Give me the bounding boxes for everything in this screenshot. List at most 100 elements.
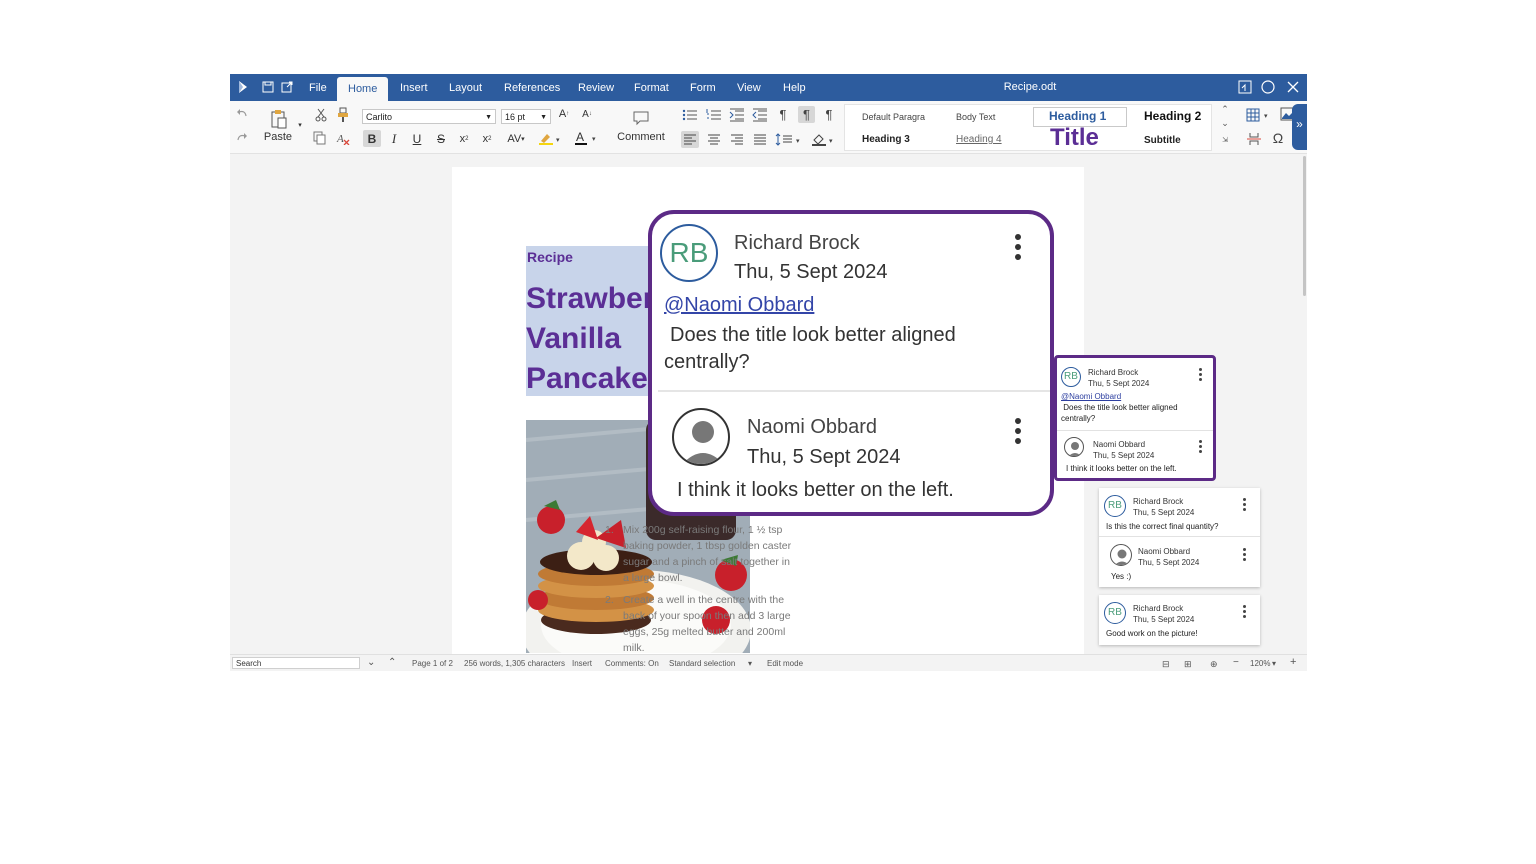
- page-break-icon[interactable]: [1246, 132, 1262, 146]
- menu-home[interactable]: Home: [337, 77, 389, 101]
- style-body-text[interactable]: Body Text: [956, 112, 995, 122]
- numbered-list-icon[interactable]: [706, 108, 722, 122]
- undo-icon[interactable]: [235, 107, 249, 121]
- insert-mode[interactable]: Insert: [572, 659, 592, 668]
- paste-label[interactable]: Paste: [260, 131, 296, 143]
- search-next-icon[interactable]: ⌄: [367, 657, 375, 668]
- zoom-out-icon[interactable]: −: [1233, 657, 1239, 668]
- title-line-3: Pancakes: [526, 362, 665, 395]
- style-heading-4[interactable]: Heading 4: [956, 134, 1002, 145]
- sidebar-toggle-icon[interactable]: [1237, 79, 1253, 95]
- align-center-icon[interactable]: [706, 131, 722, 148]
- style-subtitle[interactable]: Subtitle: [1144, 135, 1181, 146]
- font-name-select[interactable]: Carlito ▼: [362, 109, 496, 124]
- close-icon[interactable]: [1285, 79, 1301, 95]
- style-heading-3[interactable]: Heading 3: [862, 134, 910, 145]
- paste-icon[interactable]: [270, 109, 288, 129]
- font-size-select[interactable]: 16 pt ▼: [501, 109, 551, 124]
- menu-format[interactable]: Format: [627, 74, 676, 101]
- ltr-paragraph-icon[interactable]: ¶: [798, 106, 815, 123]
- bold-button[interactable]: B: [363, 130, 381, 147]
- cut-icon[interactable]: [314, 108, 328, 122]
- compass-icon[interactable]: [1260, 79, 1276, 95]
- indent-icon[interactable]: [729, 108, 745, 122]
- underline-button[interactable]: U: [410, 130, 424, 147]
- style-title[interactable]: Title: [1050, 124, 1099, 152]
- comment-mention[interactable]: @Naomi Obbard: [1061, 392, 1121, 401]
- shading-icon[interactable]: ▾: [811, 131, 837, 148]
- zoom-in-icon[interactable]: +: [1290, 656, 1296, 668]
- line-spacing-icon[interactable]: ▾: [775, 131, 803, 148]
- more-options-icon[interactable]: [1243, 605, 1247, 620]
- font-color-icon[interactable]: A ▾: [574, 130, 600, 147]
- menu-layout[interactable]: Layout: [442, 74, 489, 101]
- clear-format-icon[interactable]: A: [336, 131, 350, 145]
- align-left-icon[interactable]: [681, 131, 699, 148]
- superscript-button[interactable]: x2: [479, 130, 495, 147]
- outdent-icon[interactable]: [752, 108, 768, 122]
- grow-font-icon[interactable]: A ↑: [557, 107, 571, 121]
- special-character-icon[interactable]: Ω: [1270, 130, 1286, 146]
- paste-dropdown-icon[interactable]: ▾: [296, 121, 304, 129]
- font-name-value: Carlito: [366, 112, 393, 122]
- justify-icon[interactable]: [752, 131, 768, 148]
- align-right-icon[interactable]: [729, 131, 745, 148]
- search-prev-icon[interactable]: ⌃: [388, 657, 396, 668]
- bullet-list-icon[interactable]: [682, 108, 698, 122]
- comment-callout[interactable]: RB Richard Brock Thu, 5 Sept 2024 @Naomi…: [648, 210, 1054, 516]
- chevron-down-icon[interactable]: ⌄: [1220, 117, 1230, 129]
- menu-file[interactable]: File: [302, 74, 334, 101]
- style-heading-1[interactable]: Heading 1: [1049, 109, 1106, 123]
- font-size-value: 16 pt: [505, 112, 526, 122]
- export-icon[interactable]: [280, 80, 294, 94]
- comment-thread[interactable]: RB Richard Brock Thu, 5 Sept 2024 Is thi…: [1099, 488, 1260, 587]
- menu-help[interactable]: Help: [776, 74, 813, 101]
- comment-thread[interactable]: RB Richard Brock Thu, 5 Sept 2024 Good w…: [1099, 595, 1260, 645]
- comment-mention[interactable]: @Naomi Obbard: [664, 294, 814, 317]
- more-options-icon[interactable]: [1015, 418, 1021, 444]
- pilcrow-icon[interactable]: ¶: [776, 106, 790, 122]
- save-icon[interactable]: [261, 80, 275, 94]
- page-count: Page 1 of 2: [412, 659, 453, 668]
- italic-button[interactable]: I: [387, 130, 401, 147]
- comment-label[interactable]: Comment: [614, 131, 668, 143]
- chevron-up-icon[interactable]: ⌃: [1220, 103, 1230, 115]
- more-options-icon[interactable]: [1243, 498, 1247, 513]
- more-options-icon[interactable]: [1199, 368, 1203, 383]
- vertical-scrollbar[interactable]: [1303, 156, 1306, 296]
- comment-thread-highlighted[interactable]: RB Richard Brock Thu, 5 Sept 2024 @Naomi…: [1054, 355, 1216, 481]
- search-input[interactable]: Search: [232, 657, 360, 669]
- shrink-font-icon[interactable]: A ↓: [580, 107, 594, 121]
- menu-review[interactable]: Review: [571, 74, 621, 101]
- table-icon[interactable]: ▾: [1246, 108, 1274, 122]
- word-count: 256 words, 1,305 characters: [464, 659, 565, 668]
- zoom-fit-icon[interactable]: ⊕: [1210, 659, 1218, 670]
- more-options-icon[interactable]: [1199, 440, 1203, 455]
- ribbon-expand-button[interactable]: »: [1292, 104, 1307, 150]
- styles-expand-icon[interactable]: ⇲: [1220, 134, 1230, 146]
- copy-icon[interactable]: [313, 131, 327, 145]
- zoom-dropdown-icon[interactable]: ▾: [1272, 659, 1276, 668]
- web-layout-icon[interactable]: ⊟: [1162, 659, 1170, 670]
- menu-form[interactable]: Form: [683, 74, 723, 101]
- print-layout-icon[interactable]: ⊞: [1184, 659, 1192, 670]
- subscript-button[interactable]: x2: [456, 130, 472, 147]
- character-spacing-button[interactable]: AV ▾: [503, 130, 529, 147]
- menu-insert[interactable]: Insert: [393, 74, 435, 101]
- rtl-paragraph-icon[interactable]: ¶: [822, 106, 836, 122]
- comment-text-continued: centrally?: [1061, 414, 1096, 423]
- redo-icon[interactable]: [235, 131, 249, 145]
- menu-view[interactable]: View: [730, 74, 768, 101]
- more-options-icon[interactable]: [1015, 234, 1021, 260]
- strikethrough-button[interactable]: S: [434, 130, 448, 147]
- comment-icon[interactable]: [632, 109, 650, 127]
- style-default-paragraph[interactable]: Default Paragra: [862, 112, 925, 122]
- svg-text:▾: ▾: [592, 136, 596, 143]
- format-painter-icon[interactable]: [336, 107, 350, 123]
- comment-author: Richard Brock: [734, 232, 860, 254]
- more-options-icon[interactable]: [1243, 548, 1247, 563]
- highlight-color-icon[interactable]: ▾: [538, 132, 564, 146]
- style-heading-2[interactable]: Heading 2: [1144, 109, 1201, 123]
- menu-references[interactable]: References: [497, 74, 567, 101]
- zoom-level[interactable]: 120%: [1250, 659, 1270, 668]
